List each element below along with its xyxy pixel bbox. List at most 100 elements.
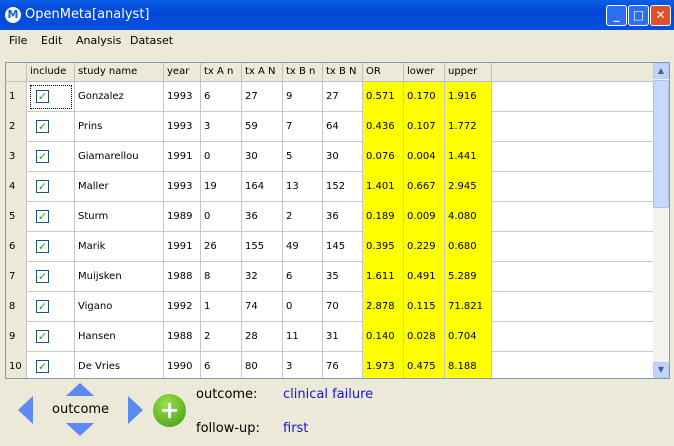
lower-cell[interactable]: 0.475 xyxy=(404,352,445,378)
or-cell[interactable]: 0.076 xyxy=(363,142,404,172)
row-number[interactable]: 10 xyxy=(6,352,27,378)
include-cell[interactable]: ✓ xyxy=(27,292,75,322)
menu-analysis[interactable]: Analysis xyxy=(76,34,121,47)
lower-cell[interactable]: 0.028 xyxy=(404,322,445,352)
upper-cell[interactable]: 8.188 xyxy=(445,352,492,378)
table-row[interactable]: 1 ✓ Gonzalez 1993 6 27 9 27 0.571 0.170 1.916 xyxy=(6,82,654,112)
lower-cell[interactable]: 0.491 xyxy=(404,262,445,292)
or-cell[interactable]: 0.140 xyxy=(363,322,404,352)
table-row[interactable]: 10 ✓ De Vries 1990 6 80 3 76 1.973 0.475 8.188 xyxy=(6,352,654,378)
table-row[interactable]: 4 ✓ Maller 1993 19 164 13 152 1.401 0.667 2.945 xyxy=(6,172,654,202)
bN-cell[interactable]: 27 xyxy=(323,82,363,112)
table-row[interactable]: 5 ✓ Sturm 1989 0 36 2 36 0.189 0.009 4.080 xyxy=(6,202,654,232)
row-number[interactable]: 7 xyxy=(6,262,27,292)
aN-cell[interactable]: 74 xyxy=(242,292,283,322)
row-number[interactable]: 4 xyxy=(6,172,27,202)
table-row[interactable]: 3 ✓ Giamarellou 1991 0 30 5 30 0.076 0.004 1.441 xyxy=(6,142,654,172)
include-checkbox[interactable]: ✓ xyxy=(36,330,49,343)
aN-cell[interactable]: 36 xyxy=(242,202,283,232)
bn-cell[interactable]: 13 xyxy=(283,172,323,202)
include-cell[interactable]: ✓ xyxy=(27,112,75,142)
name-cell[interactable]: Hansen xyxy=(75,322,164,352)
maximize-button[interactable]: □ xyxy=(628,5,649,26)
bn-cell[interactable]: 11 xyxy=(283,322,323,352)
upper-cell[interactable]: 4.080 xyxy=(445,202,492,232)
upper-cell[interactable]: 2.945 xyxy=(445,172,492,202)
or-cell[interactable]: 0.571 xyxy=(363,82,404,112)
down-arrow-icon[interactable] xyxy=(66,423,94,436)
or-cell[interactable]: 0.436 xyxy=(363,112,404,142)
lower-cell[interactable]: 0.667 xyxy=(404,172,445,202)
year-cell[interactable]: 1990 xyxy=(164,352,201,378)
aN-cell[interactable]: 59 xyxy=(242,112,283,142)
include-checkbox[interactable]: ✓ xyxy=(36,270,49,283)
an-cell[interactable]: 2 xyxy=(201,322,242,352)
an-cell[interactable]: 3 xyxy=(201,112,242,142)
an-cell[interactable]: 0 xyxy=(201,142,242,172)
upper-cell[interactable]: 0.680 xyxy=(445,232,492,262)
include-cell[interactable]: ✓ xyxy=(27,352,75,378)
include-cell[interactable]: ✓ xyxy=(27,202,75,232)
menu-file[interactable]: File xyxy=(9,34,27,47)
column-header[interactable]: OR xyxy=(363,63,404,82)
name-cell[interactable]: Prins xyxy=(75,112,164,142)
aN-cell[interactable]: 27 xyxy=(242,82,283,112)
year-cell[interactable]: 1993 xyxy=(164,82,201,112)
menu-edit[interactable]: Edit xyxy=(41,34,62,47)
name-cell[interactable]: Vigano xyxy=(75,292,164,322)
aN-cell[interactable]: 164 xyxy=(242,172,283,202)
menu-dataset[interactable]: Dataset xyxy=(130,34,173,47)
aN-cell[interactable]: 32 xyxy=(242,262,283,292)
add-outcome-button[interactable]: + xyxy=(153,394,186,427)
include-checkbox[interactable]: ✓ xyxy=(36,120,49,133)
lower-cell[interactable]: 0.170 xyxy=(404,82,445,112)
bn-cell[interactable]: 5 xyxy=(283,142,323,172)
year-cell[interactable]: 1991 xyxy=(164,232,201,262)
include-cell[interactable]: ✓ xyxy=(27,142,75,172)
aN-cell[interactable]: 30 xyxy=(242,142,283,172)
or-cell[interactable]: 2.878 xyxy=(363,292,404,322)
or-cell[interactable]: 1.611 xyxy=(363,262,404,292)
row-number[interactable]: 5 xyxy=(6,202,27,232)
year-cell[interactable]: 1988 xyxy=(164,322,201,352)
bN-cell[interactable]: 145 xyxy=(323,232,363,262)
include-checkbox[interactable]: ✓ xyxy=(36,210,49,223)
upper-cell[interactable]: 1.772 xyxy=(445,112,492,142)
include-checkbox[interactable]: ✓ xyxy=(36,90,49,103)
an-cell[interactable]: 6 xyxy=(201,82,242,112)
column-header[interactable]: tx A N xyxy=(242,63,283,82)
name-cell[interactable]: Giamarellou xyxy=(75,142,164,172)
column-header[interactable]: include xyxy=(27,63,75,82)
bn-cell[interactable]: 6 xyxy=(283,262,323,292)
an-cell[interactable]: 8 xyxy=(201,262,242,292)
table-row[interactable]: 2 ✓ Prins 1993 3 59 7 64 0.436 0.107 1.772 xyxy=(6,112,654,142)
column-header[interactable]: tx B n xyxy=(283,63,323,82)
an-cell[interactable]: 1 xyxy=(201,292,242,322)
an-cell[interactable]: 6 xyxy=(201,352,242,378)
bN-cell[interactable]: 152 xyxy=(323,172,363,202)
year-cell[interactable]: 1988 xyxy=(164,262,201,292)
previous-arrow-icon[interactable] xyxy=(18,396,33,424)
upper-cell[interactable]: 5.289 xyxy=(445,262,492,292)
column-header[interactable]: study name xyxy=(75,63,164,82)
vertical-scrollbar[interactable]: ▲ ▼ xyxy=(653,63,669,378)
table-row[interactable]: 6 ✓ Marik 1991 26 155 49 145 0.395 0.229 0.680 xyxy=(6,232,654,262)
scroll-thumb[interactable] xyxy=(653,80,669,208)
include-cell[interactable]: ✓ xyxy=(27,232,75,262)
bN-cell[interactable]: 64 xyxy=(323,112,363,142)
year-cell[interactable]: 1991 xyxy=(164,142,201,172)
an-cell[interactable]: 26 xyxy=(201,232,242,262)
column-header[interactable]: upper xyxy=(445,63,492,82)
scroll-down-button[interactable]: ▼ xyxy=(653,362,669,378)
bn-cell[interactable]: 0 xyxy=(283,292,323,322)
upper-cell[interactable]: 1.916 xyxy=(445,82,492,112)
or-cell[interactable]: 0.395 xyxy=(363,232,404,262)
bn-cell[interactable]: 7 xyxy=(283,112,323,142)
bN-cell[interactable]: 36 xyxy=(323,202,363,232)
up-arrow-icon[interactable] xyxy=(66,383,94,396)
year-cell[interactable]: 1993 xyxy=(164,112,201,142)
bN-cell[interactable]: 31 xyxy=(323,322,363,352)
upper-cell[interactable]: 0.704 xyxy=(445,322,492,352)
name-cell[interactable]: Maller xyxy=(75,172,164,202)
table-row[interactable]: 9 ✓ Hansen 1988 2 28 11 31 0.140 0.028 0.704 xyxy=(6,322,654,352)
